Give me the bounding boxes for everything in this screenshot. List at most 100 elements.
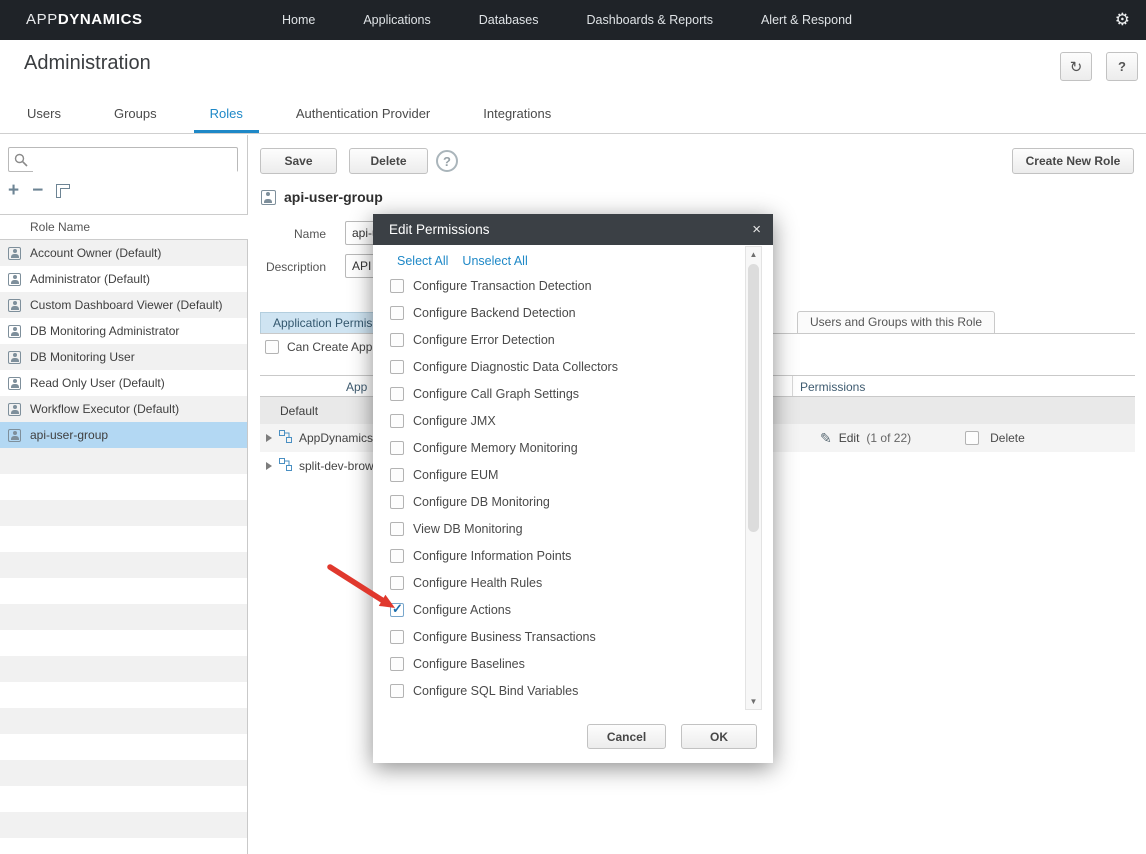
permission-checkbox[interactable]: ✓ — [390, 495, 404, 509]
scroll-up-icon[interactable]: ▲ — [746, 250, 761, 259]
select-all-link[interactable]: Select All — [397, 254, 448, 268]
modal-header[interactable]: Edit Permissions × — [373, 214, 773, 245]
role-icon — [8, 247, 21, 260]
permission-item[interactable]: ✓ Configure Error Detection — [385, 326, 715, 353]
tab-roles[interactable]: Roles — [194, 95, 259, 133]
scroll-down-icon[interactable]: ▼ — [746, 697, 761, 706]
permission-item[interactable]: ✓ Configure Business Transactions — [385, 623, 715, 650]
permission-checkbox[interactable]: ✓ — [390, 441, 404, 455]
delete-button[interactable]: Delete — [349, 148, 428, 174]
permission-item[interactable]: ✓ Configure Information Points — [385, 542, 715, 569]
gear-icon[interactable]: ⚙ — [1115, 0, 1130, 40]
permission-label: Configure Baselines — [413, 657, 525, 671]
cancel-button[interactable]: Cancel — [587, 724, 666, 749]
permission-label: Configure Information Points — [413, 549, 571, 563]
modal-title: Edit Permissions — [389, 222, 752, 237]
role-row-administrator[interactable]: Administrator (Default) — [0, 266, 247, 292]
remove-role-icon[interactable]: − — [32, 182, 43, 200]
permission-checkbox[interactable]: ✓ — [390, 468, 404, 482]
role-row-db-monitoring-user[interactable]: DB Monitoring User — [0, 344, 247, 370]
nav-item-databases[interactable]: Databases — [479, 13, 539, 27]
modal-scrollbar[interactable]: ▲ ▼ — [745, 246, 762, 710]
role-row-db-monitoring-administrator[interactable]: DB Monitoring Administrator — [0, 318, 247, 344]
delete-permission-checkbox[interactable]: ✓ — [965, 431, 979, 445]
permission-checkbox[interactable]: ✓ — [390, 360, 404, 374]
role-name: Read Only User (Default) — [30, 376, 165, 390]
scrollbar-thumb[interactable] — [748, 264, 759, 532]
permission-item[interactable]: ✓ Configure Call Graph Settings — [385, 380, 715, 407]
role-name: DB Monitoring User — [30, 350, 135, 364]
search-input[interactable] — [33, 149, 237, 172]
role-list-header: Role Name — [0, 214, 248, 240]
role-row-workflow-executor[interactable]: Workflow Executor (Default) — [0, 396, 247, 422]
role-row-api-user-group[interactable]: api-user-group — [0, 422, 247, 448]
permission-item[interactable]: ✓ Configure Health Rules — [385, 569, 715, 596]
permission-item[interactable]: ✓ Configure JMX — [385, 407, 715, 434]
permission-checkbox[interactable]: ✓ — [390, 306, 404, 320]
permission-item[interactable]: ✓ Configure SQL Bind Variables — [385, 677, 715, 704]
permission-checkbox[interactable]: ✓ — [390, 279, 404, 293]
permission-item[interactable]: ✓ View DB Monitoring — [385, 515, 715, 542]
role-row-read-only-user[interactable]: Read Only User (Default) — [0, 370, 247, 396]
role-icon — [8, 351, 21, 364]
role-icon — [8, 429, 21, 442]
permission-checkbox[interactable]: ✓ — [390, 333, 404, 347]
nav-item-dashboards-reports[interactable]: Dashboards & Reports — [587, 13, 713, 27]
permission-checkbox[interactable]: ✓ — [390, 657, 404, 671]
tab-application-permissions[interactable]: Application Permis — [260, 312, 385, 334]
nav-item-applications[interactable]: Applications — [363, 13, 430, 27]
expand-icon[interactable] — [266, 462, 272, 470]
permission-item[interactable]: ✓ Configure EUM — [385, 461, 715, 488]
role-row-custom-dashboard-viewer[interactable]: Custom Dashboard Viewer (Default) — [0, 292, 247, 318]
toolbar-help-icon[interactable]: ? — [436, 150, 458, 172]
role-search[interactable] — [8, 147, 238, 172]
help-button[interactable]: ? — [1106, 52, 1138, 81]
ok-button[interactable]: OK — [681, 724, 757, 749]
tab-integrations[interactable]: Integrations — [467, 95, 567, 133]
permissions-list: ✓ Configure Transaction Detection ✓ Conf… — [385, 272, 715, 704]
permission-checkbox[interactable]: ✓ — [390, 549, 404, 563]
permission-checkbox[interactable]: ✓ — [390, 603, 404, 617]
permission-checkbox[interactable]: ✓ — [390, 414, 404, 428]
tab-users-groups-with-role[interactable]: Users and Groups with this Role — [797, 311, 995, 334]
add-role-icon[interactable]: + — [8, 182, 19, 200]
tab-groups[interactable]: Groups — [98, 95, 173, 133]
permission-checkbox[interactable]: ✓ — [390, 522, 404, 536]
nav-item-home[interactable]: Home — [282, 13, 315, 27]
roles-sidebar: + − Role Name Account Owner (Default) Ad… — [0, 135, 248, 854]
can-create-app-row[interactable]: ✓ Can Create App — [265, 340, 372, 354]
permission-checkbox[interactable]: ✓ — [390, 576, 404, 590]
copy-role-icon[interactable] — [56, 184, 70, 198]
create-new-role-button[interactable]: Create New Role — [1012, 148, 1134, 174]
permission-checkbox[interactable]: ✓ — [390, 387, 404, 401]
permission-checkbox[interactable]: ✓ — [390, 684, 404, 698]
permission-item-configure-actions[interactable]: ✓ Configure Actions — [385, 596, 715, 623]
refresh-button[interactable]: ↻ — [1060, 52, 1092, 81]
role-name: DB Monitoring Administrator — [30, 324, 179, 338]
tab-users[interactable]: Users — [11, 95, 77, 133]
application-icon — [279, 430, 292, 446]
nav-item-alert-respond[interactable]: Alert & Respond — [761, 13, 852, 27]
permission-checkbox[interactable]: ✓ — [390, 630, 404, 644]
admin-tabbar: Users Groups Roles Authentication Provid… — [0, 95, 1146, 134]
permission-item[interactable]: ✓ Configure Baselines — [385, 650, 715, 677]
permission-item[interactable]: ✓ Configure Transaction Detection — [385, 272, 715, 299]
permission-item[interactable]: ✓ Configure Memory Monitoring — [385, 434, 715, 461]
save-button[interactable]: Save — [260, 148, 337, 174]
unselect-all-link[interactable]: Unselect All — [462, 254, 527, 268]
permission-item[interactable]: ✓ Configure DB Monitoring — [385, 488, 715, 515]
edit-link[interactable]: Edit — [839, 431, 860, 445]
close-icon[interactable]: × — [752, 222, 761, 237]
expand-icon[interactable] — [266, 434, 272, 442]
permission-item[interactable]: ✓ Configure Backend Detection — [385, 299, 715, 326]
role-row-account-owner[interactable]: Account Owner (Default) — [0, 240, 247, 266]
edit-pencil-icon[interactable]: ✎ — [820, 430, 832, 447]
tab-authentication-provider[interactable]: Authentication Provider — [280, 95, 446, 133]
page-title: Administration — [24, 52, 151, 75]
permission-item[interactable]: ✓ Configure Diagnostic Data Collectors — [385, 353, 715, 380]
permission-label: Configure Error Detection — [413, 333, 555, 347]
brand-part2: DYNAMICS — [58, 11, 143, 28]
can-create-checkbox[interactable]: ✓ — [265, 340, 279, 354]
role-icon — [8, 403, 21, 416]
appdynamics-logo[interactable]: APPDYNAMICS — [26, 0, 143, 40]
